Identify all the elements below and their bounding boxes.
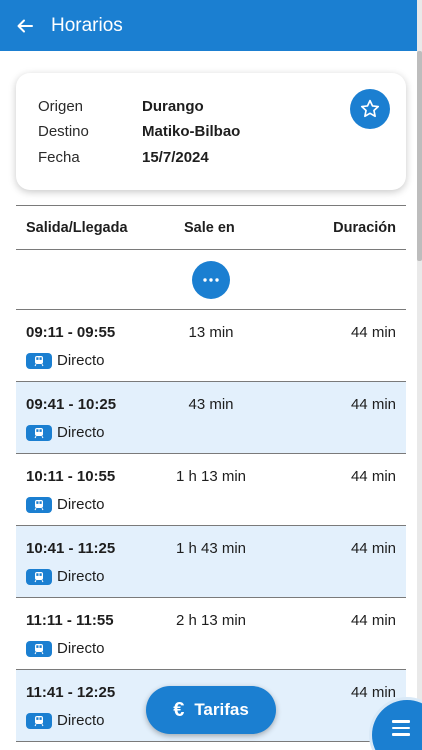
train-icon: [26, 352, 52, 369]
trip-duration: 44 min: [350, 396, 396, 413]
trip-type-label: Directo: [57, 424, 105, 441]
load-earlier-row: [16, 250, 406, 310]
trip-type-label: Directo: [57, 496, 105, 513]
trip-type: Directo: [26, 712, 105, 729]
trip-leaves-in: 43 min: [188, 396, 234, 413]
trip-leaves-in: 1 h 13 min: [175, 468, 247, 485]
train-icon: [26, 568, 52, 585]
header-duration: Duración: [333, 220, 396, 236]
trip-time: 09:11 - 09:55: [26, 324, 116, 341]
trip-type: Directo: [26, 640, 105, 657]
trip-row[interactable]: 11:11 - 11:55 2 h 13 min 44 min Directo: [16, 598, 406, 670]
trip-leaves-in: 2 h 13 min: [175, 612, 247, 629]
trip-type: Directo: [26, 424, 105, 441]
trip-type-label: Directo: [57, 568, 105, 585]
date-value: 15/7/2024: [142, 149, 209, 166]
favorite-button[interactable]: [350, 89, 390, 129]
trip-row[interactable]: 09:11 - 09:55 13 min 44 min Directo: [16, 310, 406, 382]
trip-time: 09:41 - 10:25: [26, 396, 117, 413]
trip-time: 11:11 - 11:55: [26, 612, 114, 629]
trip-row[interactable]: 10:11 - 10:55 1 h 13 min 44 min Directo: [16, 454, 406, 526]
trip-duration: 44 min: [350, 324, 396, 341]
origin-label: Origen: [38, 98, 84, 115]
destination-row: Destino Matiko-Bilbao: [38, 123, 240, 140]
destination-value: Matiko-Bilbao: [142, 123, 241, 140]
trip-row[interactable]: 10:41 - 11:25 1 h 43 min 44 min Directo: [16, 526, 406, 598]
page-title: Horarios: [51, 14, 123, 36]
trip-type: Directo: [26, 352, 105, 369]
trip-time: 10:41 - 11:25: [26, 540, 116, 557]
tarifas-label: Tarifas: [194, 700, 249, 719]
trip-type: Directo: [26, 568, 105, 585]
arrow-left-icon: [17, 19, 33, 32]
train-icon: [26, 424, 52, 441]
origin-row: Origen Durango: [38, 98, 204, 115]
back-button[interactable]: [0, 0, 50, 51]
train-icon: [26, 640, 52, 657]
header-leaves-in: Sale en: [184, 220, 235, 236]
load-earlier-button[interactable]: [192, 261, 230, 299]
trip-duration: 44 min: [350, 540, 396, 557]
trip-duration: 44 min: [350, 684, 396, 701]
trip-duration: 44 min: [350, 612, 396, 629]
date-row: Fecha 15/7/2024: [38, 149, 209, 166]
date-label: Fecha: [38, 149, 80, 166]
scrollbar-thumb[interactable]: [417, 51, 422, 261]
more-horizontal-icon: [203, 278, 219, 282]
destination-label: Destino: [38, 123, 89, 140]
app-bar: Horarios: [0, 0, 422, 51]
train-icon: [26, 496, 52, 513]
train-icon: [26, 712, 52, 729]
trip-type-label: Directo: [57, 640, 105, 657]
trip-leaves-in: 1 h 43 min: [175, 540, 247, 557]
trip-duration: 44 min: [350, 468, 396, 485]
trip-time: 11:41 - 12:25: [26, 684, 116, 701]
trip-time: 10:11 - 10:55: [26, 468, 116, 485]
trip-type-label: Directo: [57, 712, 105, 729]
trip-leaves-in: 13 min: [188, 324, 234, 341]
star-outline-icon: [360, 99, 380, 118]
trip-row[interactable]: 09:41 - 10:25 43 min 44 min Directo: [16, 382, 406, 454]
tarifas-button[interactable]: € Tarifas: [146, 686, 276, 734]
table-header: Salida/Llegada Sale en Duración: [16, 205, 406, 250]
trip-type: Directo: [26, 496, 105, 513]
trip-list: 09:11 - 09:55 13 min 44 min Directo 09:4…: [16, 310, 406, 742]
route-card: Origen Durango Destino Matiko-Bilbao Fec…: [16, 73, 406, 190]
euro-icon: €: [173, 698, 185, 721]
header-departure-arrival: Salida/Llegada: [26, 220, 128, 236]
trip-type-label: Directo: [57, 352, 105, 369]
origin-value: Durango: [142, 98, 204, 115]
menu-icon: [392, 720, 410, 740]
